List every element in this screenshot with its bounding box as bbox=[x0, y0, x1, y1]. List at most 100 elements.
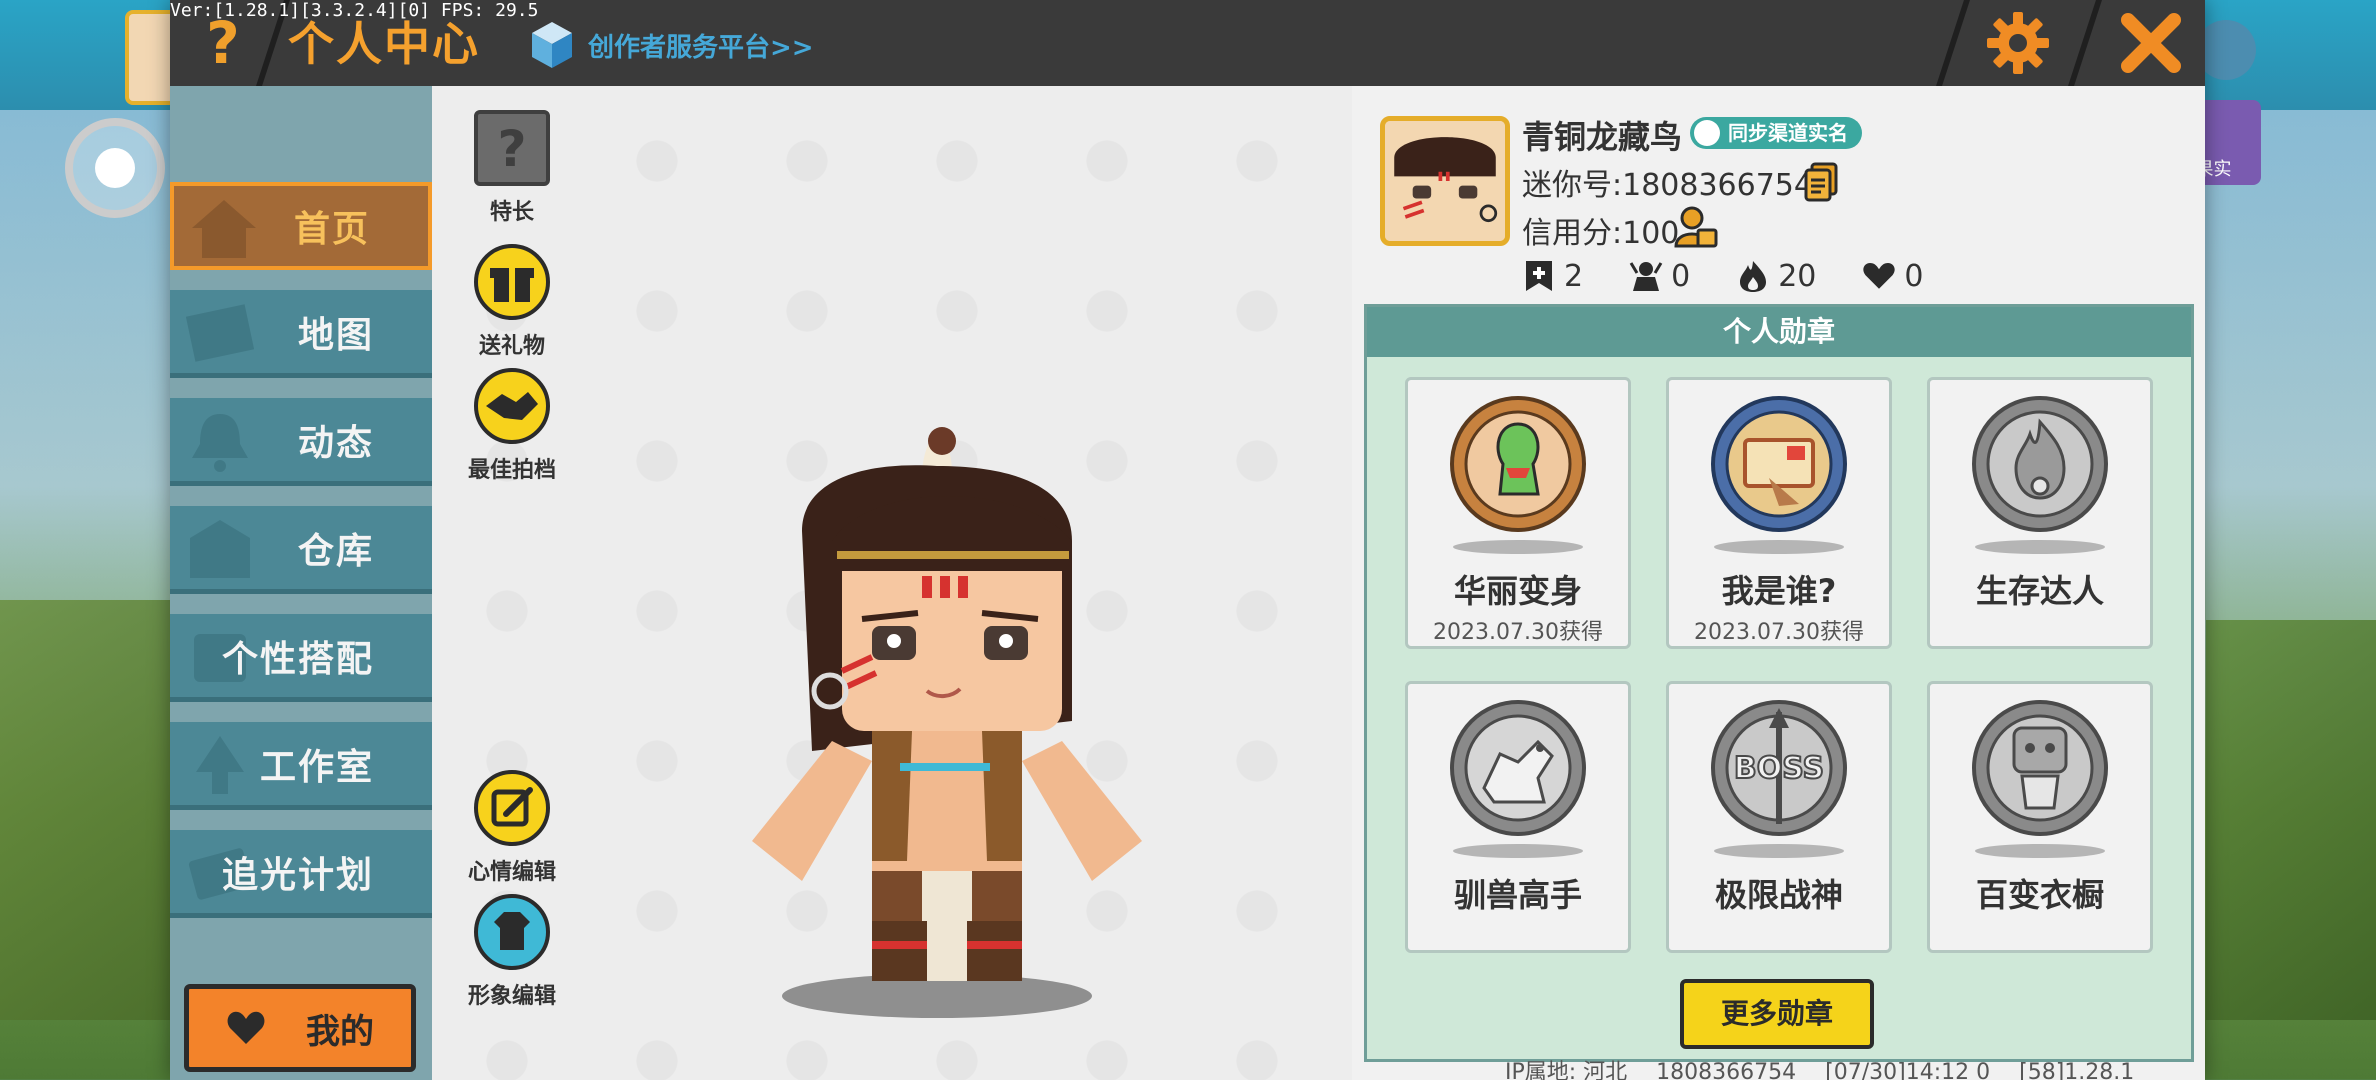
footer-time: [07/30]14:12 0 bbox=[1825, 1060, 1991, 1080]
background-terrain-left bbox=[0, 600, 180, 1020]
medal-name: 生存达人 bbox=[1975, 572, 2104, 610]
warehouse-icon bbox=[190, 520, 250, 578]
wardrobe-medal-icon bbox=[1972, 700, 2108, 836]
outfit-edit-icon bbox=[474, 894, 550, 970]
background-settings-icon bbox=[2196, 20, 2256, 80]
medal-card[interactable]: 驯兽高手 bbox=[1405, 681, 1631, 953]
whoami-medal-icon bbox=[1711, 396, 1847, 532]
mood-edit-button[interactable]: 心情编辑 bbox=[452, 768, 572, 886]
ip-location: IP属地: 河北 bbox=[1505, 1060, 1628, 1080]
background-terrain-right bbox=[2206, 620, 2376, 1020]
footer-build: [58]1.28.1 bbox=[2019, 1060, 2135, 1080]
medal-name: 极限战神 bbox=[1714, 876, 1843, 914]
sidebar-item-outfit[interactable]: 个性搭配 bbox=[170, 614, 432, 702]
more-medals-button[interactable]: 更多勋章 bbox=[1680, 979, 1874, 1049]
fans-icon bbox=[1629, 262, 1663, 291]
medal-card[interactable]: BOSS 极限战神 bbox=[1666, 681, 1892, 953]
gear-icon[interactable] bbox=[1985, 10, 2051, 76]
best-partner-button[interactable]: 最佳拍档 bbox=[452, 366, 572, 484]
mine-button-label: 我的 bbox=[306, 1011, 374, 1052]
mine-button[interactable]: 我的 bbox=[184, 984, 416, 1072]
bookmark-plus-icon bbox=[1526, 261, 1552, 291]
stat-value: 0 bbox=[1904, 258, 1924, 294]
medal-name: 百变衣橱 bbox=[1975, 876, 2104, 914]
specialty-button[interactable]: ? 特长 bbox=[452, 108, 572, 226]
stat-popularity[interactable]: 20 bbox=[1736, 256, 1816, 296]
footer-uid: 1808366754 bbox=[1656, 1060, 1797, 1080]
medal-card[interactable]: 我是谁? 2023.07.30获得 bbox=[1666, 377, 1892, 649]
svg-text:BOSS: BOSS bbox=[1734, 751, 1824, 786]
edit-icon bbox=[474, 770, 550, 846]
send-gift-label: 送礼物 bbox=[478, 334, 545, 359]
stat-value: 0 bbox=[1671, 258, 1691, 294]
stat-bookmarks[interactable]: 2 bbox=[1522, 256, 1583, 296]
sidebar-item-light-plan[interactable]: 追光计划 bbox=[170, 830, 432, 918]
credit-user-icon[interactable] bbox=[1674, 204, 1718, 250]
medal-name: 华丽变身 bbox=[1453, 572, 1582, 610]
gift-icon bbox=[474, 244, 550, 320]
sidebar-item-feed[interactable]: 动态 bbox=[170, 398, 432, 486]
tamer-medal-icon bbox=[1450, 700, 1586, 836]
sidebar-item-label: 工作室 bbox=[259, 746, 374, 788]
header-divider bbox=[2068, 0, 2102, 86]
medals-panel: 个人勋章 华丽变身 2023.07.30获得 我是谁? 2023.07.30获得… bbox=[1364, 304, 2194, 1062]
medal-card[interactable]: 华丽变身 2023.07.30获得 bbox=[1405, 377, 1631, 649]
profile-center-panel: ? 个人中心 创作者服务平台>> 首页 地图 动态 仓库 个性搭配 工作室 追光… bbox=[170, 0, 2205, 1080]
username: 青铜龙藏鸟 bbox=[1522, 118, 1683, 156]
verify-badge-label: 同步渠道实名 bbox=[1728, 121, 1848, 145]
sidebar-item-label: 仓库 bbox=[297, 530, 374, 572]
heart-icon bbox=[227, 1011, 265, 1044]
avatar[interactable] bbox=[1380, 116, 1510, 246]
sidebar-nav: 首页 地图 动态 仓库 个性搭配 工作室 追光计划 我的 bbox=[170, 86, 432, 1080]
medal-shadow bbox=[1975, 844, 2105, 858]
sidebar-item-home[interactable]: 首页 bbox=[170, 182, 432, 270]
stat-value: 20 bbox=[1778, 258, 1817, 294]
footer-info: IP属地: 河北 1808366754 [07/30]14:12 0 [58]1… bbox=[1505, 1054, 2156, 1080]
record-button[interactable] bbox=[65, 118, 165, 218]
send-gift-button[interactable]: 送礼物 bbox=[452, 242, 572, 360]
sidebar-item-label: 个性搭配 bbox=[221, 638, 374, 680]
medal-name: 我是谁? bbox=[1721, 572, 1837, 610]
sidebar-item-warehouse[interactable]: 仓库 bbox=[170, 506, 432, 594]
cube-icon bbox=[532, 22, 572, 68]
creator-platform-label: 创作者服务平台>> bbox=[588, 32, 814, 63]
medal-date: 2023.07.30获得 bbox=[1433, 620, 1603, 645]
stat-fans[interactable]: 0 bbox=[1629, 256, 1690, 296]
medal-shadow bbox=[1714, 844, 1844, 858]
sidebar-item-label: 动态 bbox=[297, 422, 374, 464]
mini-id: 迷你号:1808366754 bbox=[1522, 168, 1813, 203]
mood-edit-label: 心情编辑 bbox=[467, 860, 556, 885]
medal-shadow bbox=[1453, 540, 1583, 554]
studio-icon bbox=[196, 736, 244, 794]
medal-name: 驯兽高手 bbox=[1453, 876, 1582, 914]
question-block-icon: ? bbox=[474, 110, 550, 186]
profile-info-panel: 青铜龙藏鸟 同步渠道实名 迷你号:1808366754 信用分:100 2 0 bbox=[1352, 86, 2205, 1080]
sidebar-item-label: 首页 bbox=[293, 209, 370, 250]
appearance-edit-button[interactable]: 形象编辑 bbox=[452, 892, 572, 1010]
sidebar-item-studio[interactable]: 工作室 bbox=[170, 722, 432, 810]
map-icon bbox=[185, 304, 255, 362]
flame-icon bbox=[1740, 261, 1767, 292]
verify-badge[interactable]: 同步渠道实名 bbox=[1690, 117, 1862, 149]
sidebar-item-label: 地图 bbox=[297, 314, 374, 356]
bell-icon bbox=[192, 414, 248, 472]
close-icon[interactable] bbox=[2116, 8, 2186, 78]
transform-medal-icon bbox=[1450, 396, 1586, 532]
credit-score: 信用分:100 bbox=[1522, 216, 1680, 251]
header-divider bbox=[1936, 0, 1970, 86]
handshake-icon bbox=[474, 368, 550, 444]
verified-user-icon bbox=[1694, 120, 1720, 146]
sidebar-item-map[interactable]: 地图 bbox=[170, 290, 432, 378]
stat-likes[interactable]: 0 bbox=[1862, 256, 1923, 296]
best-partner-label: 最佳拍档 bbox=[467, 458, 556, 483]
player-character-model[interactable] bbox=[722, 421, 1152, 1021]
boss-medal-icon: BOSS bbox=[1711, 700, 1847, 836]
medal-card[interactable]: 生存达人 bbox=[1927, 377, 2153, 649]
debug-version-text: Ver:[1.28.1][3.3.2.4][0] FPS: 29.5 bbox=[170, 0, 539, 21]
appearance-edit-label: 形象编辑 bbox=[467, 984, 556, 1009]
copy-icon[interactable] bbox=[1804, 162, 1838, 202]
medals-title: 个人勋章 bbox=[1367, 307, 2191, 357]
creator-platform-link[interactable]: 创作者服务平台>> bbox=[530, 15, 814, 75]
medal-card[interactable]: 百变衣橱 bbox=[1927, 681, 2153, 953]
house-icon bbox=[192, 200, 256, 258]
